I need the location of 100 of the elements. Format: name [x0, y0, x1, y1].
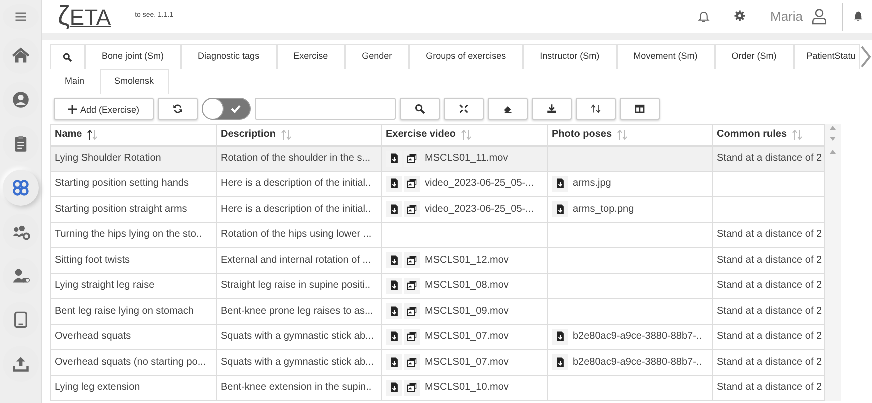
cell-text: Bent-knee extension in the supin.. — [221, 382, 372, 394]
download-icon[interactable] — [554, 204, 566, 215]
table-row[interactable]: Starting position setting hands Here is a description of the initial.. video_2023-06-25_05-... arms.jpg — [50, 171, 824, 196]
upload-icon — [12, 355, 30, 373]
users-gear-icon — [12, 223, 30, 241]
cell-text: Squats with a gymnastic stick ab... — [221, 331, 374, 342]
cell-text: External and internal rotation of ... — [221, 254, 372, 266]
cell-text: Bent leg raise lying on stomach — [55, 306, 194, 317]
download-icon — [547, 104, 557, 114]
video-icon[interactable] — [406, 280, 418, 292]
cell-text: Overhead squats (no starting po... — [55, 356, 206, 368]
table-row[interactable]: Lying straight leg raise Straight leg raise in supine positi.. MSCLS01_08.mov Stand at a distance of 2 — [50, 273, 824, 298]
add-button[interactable]: Add (Exercise) — [54, 98, 154, 120]
cell-text: Lying Shoulder Rotation — [55, 153, 162, 164]
tab[interactable]: Movement (Sm) — [616, 44, 715, 69]
cell-text: Stand at a distance of 2 — [717, 254, 822, 266]
tab[interactable]: Smolensk — [100, 69, 170, 94]
download-icon[interactable] — [554, 331, 566, 342]
cell-text: Overhead squats — [55, 331, 132, 342]
sort-icon[interactable] — [87, 130, 98, 140]
video-icon[interactable] — [406, 331, 418, 342]
tab[interactable]: PatientStatu — [794, 44, 860, 69]
tab[interactable]: Order (Sm) — [714, 44, 794, 69]
cell-text: Bent-knee prone leg raises to as... — [221, 306, 374, 317]
table-row[interactable]: Bent leg raise lying on stomach Bent-knee prone leg raises to as... MSCLS01_09.mov Stand at a distance of 2 — [50, 298, 824, 324]
column-header[interactable]: Name — [55, 129, 82, 140]
cell-text: Lying leg extension — [55, 382, 140, 394]
user-name[interactable]: Maria — [770, 6, 803, 26]
refresh-button[interactable] — [158, 98, 198, 120]
columns-button[interactable] — [620, 98, 660, 120]
sort-icon — [591, 104, 601, 114]
cell-text: Here is a description of the initial.. — [221, 204, 372, 215]
download-icon[interactable] — [388, 382, 400, 394]
cell-text: Stand at a distance of 2 — [717, 331, 822, 342]
column-header[interactable]: Description — [221, 129, 276, 140]
user-circle-icon — [12, 91, 30, 109]
cell-text: Stand at a distance of 2 — [717, 153, 822, 164]
cell-text: Starting position straight arms — [55, 204, 188, 215]
tab[interactable]: Diagnostic tags — [181, 44, 277, 69]
download-icon[interactable] — [388, 306, 400, 317]
download-icon[interactable] — [388, 204, 400, 215]
cell-text: Rotation of the shoulder in the s... — [221, 153, 371, 164]
video-icon[interactable] — [406, 153, 418, 164]
video-icon[interactable] — [406, 204, 418, 215]
tab[interactable]: Groups of exercises — [409, 44, 524, 69]
table-row[interactable]: Lying leg extension Bent-knee extension in the supin.. MSCLS01_10.mov Stand at a distance of 2 — [50, 375, 824, 400]
user-icon[interactable] — [811, 8, 828, 25]
menu-icon — [14, 10, 28, 24]
table-row[interactable]: Starting position straight arms Here is a description of the initial.. video_2023-06-25_05-... arms_top.png — [50, 196, 824, 222]
cell-text: Starting position setting hands — [55, 178, 189, 190]
molecule-icon — [12, 179, 30, 197]
download-icon[interactable] — [388, 178, 400, 190]
video-icon[interactable] — [406, 382, 418, 394]
download-icon[interactable] — [388, 331, 400, 342]
refresh-icon — [173, 104, 183, 114]
download-icon[interactable] — [388, 254, 400, 266]
search-icon — [63, 52, 72, 62]
cell-text: Stand at a distance of 2 — [717, 356, 822, 368]
settings-icon[interactable] — [734, 10, 746, 22]
video-icon[interactable] — [406, 178, 418, 190]
eraser-button[interactable] — [488, 98, 528, 120]
video-icon[interactable] — [406, 254, 418, 266]
logo: ζETA — [58, 3, 112, 30]
cell-text: Stand at a distance of 2 — [717, 229, 822, 240]
expand-icon — [459, 104, 469, 114]
sort-button[interactable] — [576, 98, 616, 120]
table-row[interactable]: Overhead squats (no starting po... Squats with a gymnastic stick ab... MSCLS01_07.mov b2e80ac9-a9ce-3880-88b7-.. Stand at a distance of 2 — [50, 350, 824, 375]
tab[interactable]: Exercise — [276, 44, 346, 69]
video-icon[interactable] — [406, 356, 418, 368]
bell-icon[interactable] — [853, 10, 864, 22]
tab[interactable]: Instructor (Sm) — [523, 44, 617, 69]
cell-text: Stand at a distance of 2 — [717, 306, 822, 317]
home-icon — [12, 47, 30, 65]
table-row[interactable]: Lying Shoulder Rotation Rotation of the shoulder in the s... MSCLS01_11.mov Stand at a distance of 2 — [50, 146, 824, 171]
bell-icon[interactable] — [698, 10, 710, 22]
search-button[interactable] — [400, 98, 440, 120]
tab[interactable]: Bone joint (Sm) — [85, 44, 182, 69]
video-icon[interactable] — [406, 306, 418, 317]
sidebar-item[interactable] — [2, 170, 38, 206]
table-row[interactable]: Sitting foot twists External and internal rotation of ... MSCLS01_12.mov Stand at a distance of 2 — [50, 248, 824, 273]
download-button[interactable] — [532, 98, 572, 120]
download-icon[interactable] — [388, 153, 400, 164]
search-icon — [415, 104, 425, 114]
download-icon[interactable] — [388, 356, 400, 368]
search-field[interactable] — [255, 98, 396, 120]
file-link[interactable]: arms_top.png — [573, 204, 634, 215]
table-row[interactable]: Turning the hips lying on the sto.. Rotation of the hips using lower ... Stand at a distance of 2 — [50, 222, 824, 248]
table-row[interactable]: Overhead squats Squats with a gymnastic stick ab... MSCLS01_07.mov b2e80ac9-a9ce-3880-88b7-.. Stand at a distance of 2 — [50, 324, 824, 350]
expand-button[interactable] — [444, 98, 484, 120]
toggle-switch[interactable] — [202, 98, 251, 120]
download-icon[interactable] — [554, 356, 566, 368]
cell-text: Straight leg raise in supine positi.. — [221, 280, 371, 292]
cell-text: Lying straight leg raise — [55, 280, 155, 292]
tab[interactable]: Gender — [345, 44, 410, 69]
download-icon[interactable] — [388, 280, 400, 292]
file-link[interactable]: arms.jpg — [573, 178, 612, 190]
tab[interactable] — [50, 44, 85, 69]
eraser-icon — [503, 104, 513, 114]
download-icon[interactable] — [554, 178, 566, 190]
chevron-right-icon[interactable] — [860, 44, 872, 68]
